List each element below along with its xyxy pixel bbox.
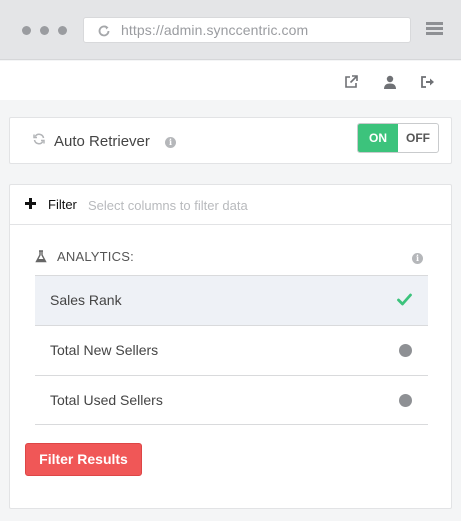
window-dot-icon — [22, 26, 31, 35]
info-icon[interactable]: i — [412, 253, 423, 264]
unselected-dot-icon — [399, 344, 412, 357]
filter-header: Filter — [10, 185, 451, 225]
auto-retriever-toggle[interactable]: ON OFF — [357, 123, 439, 153]
filter-results-button[interactable]: Filter Results — [25, 443, 142, 476]
list-item-total-new-sellers[interactable]: Total New Sellers — [35, 325, 428, 375]
info-icon[interactable]: i — [165, 137, 176, 148]
analytics-title: ANALYTICS: — [57, 249, 134, 264]
list-item-total-used-sellers[interactable]: Total Used Sellers — [35, 375, 428, 425]
browser-toolbar: https://admin.synccentric.com — [0, 0, 461, 60]
plus-icon[interactable] — [25, 198, 36, 209]
refresh-icon — [33, 133, 45, 145]
analytics-column-list: Sales Rank Total New Sellers Total Used … — [35, 275, 428, 425]
sign-out-icon[interactable] — [420, 74, 436, 90]
auto-retriever-label: Auto Retriever — [54, 133, 150, 150]
list-item-label: Total Used Sellers — [50, 392, 163, 408]
url-text: https://admin.synccentric.com — [121, 22, 309, 38]
toggle-on-button[interactable]: ON — [358, 124, 398, 152]
checkmark-icon — [397, 293, 412, 306]
user-icon[interactable] — [382, 74, 398, 90]
address-bar[interactable]: https://admin.synccentric.com — [83, 17, 411, 43]
analytics-section-header: ANALYTICS: i — [35, 248, 428, 268]
list-item-sales-rank[interactable]: Sales Rank — [35, 275, 428, 325]
refresh-icon[interactable] — [97, 24, 111, 38]
flask-icon — [35, 250, 47, 263]
auto-retriever-panel: Auto Retriever i ON OFF — [9, 117, 452, 164]
external-link-icon[interactable] — [343, 74, 359, 90]
filter-column-input[interactable] — [88, 193, 428, 217]
unselected-dot-icon — [399, 394, 412, 407]
toggle-off-button[interactable]: OFF — [398, 124, 438, 152]
list-item-label: Total New Sellers — [50, 342, 159, 358]
hamburger-menu-icon[interactable] — [426, 22, 443, 36]
filter-label: Filter — [48, 197, 77, 212]
list-item-label: Sales Rank — [50, 292, 122, 308]
app-header — [0, 61, 461, 100]
window-dot-icon — [58, 26, 67, 35]
window-dot-icon — [40, 26, 49, 35]
filter-panel: Filter ANALYTICS: i Sales Rank Total New… — [9, 184, 452, 509]
